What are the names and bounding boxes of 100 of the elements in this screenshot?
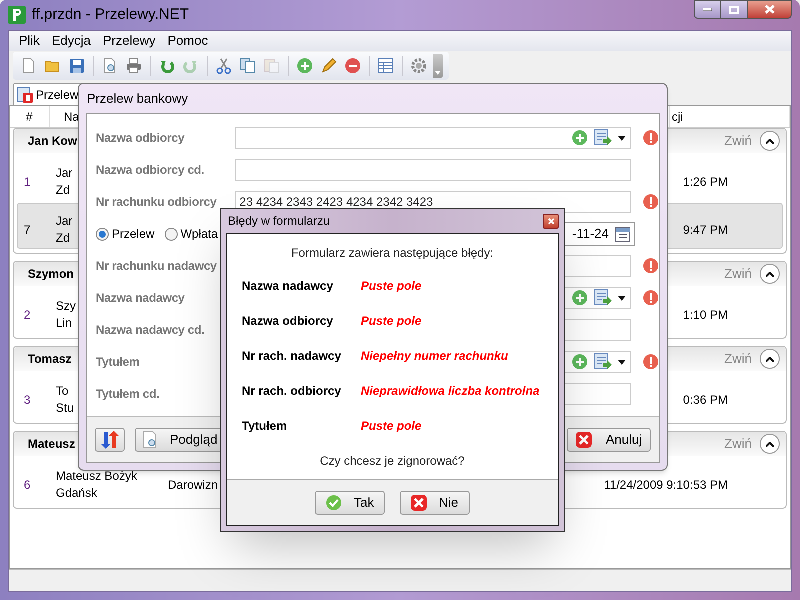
page-magnifier-icon [142,430,158,448]
printer-icon [126,58,142,74]
error-message: Puste pole [361,278,422,295]
row-number: 3 [23,392,32,409]
scissors-icon [216,58,232,74]
plus-icon[interactable] [572,354,588,370]
window-title: ff.przdn - Przelewy.NET [32,4,189,25]
row-date: 9:47 PM [683,222,728,239]
collapse-label: Zwiń [724,435,752,454]
close-button[interactable] [747,0,792,19]
list-arrow-icon[interactable] [594,289,612,307]
field-label: Nazwa odbiorcy cd. [96,162,206,179]
gear-icon [411,58,427,74]
error-field-name: Nr rach. odbiorcy [242,383,342,400]
x-icon [576,432,592,448]
recipient-city: Zd [56,230,70,247]
row-date: 11/24/2009 9:10:53 PM [604,477,728,494]
error-message: Puste pole [361,418,422,435]
collapse-button[interactable] [760,131,780,151]
up-down-arrows-icon [100,430,120,448]
no-button[interactable]: Nie [400,490,470,514]
app-icon [8,6,26,24]
copy-icon [240,58,256,74]
input-field[interactable] [234,159,632,181]
menu-item[interactable]: Edycja [46,31,97,51]
field-label: Nr rachunku nadawcy [96,258,218,275]
collapse-button[interactable] [760,434,780,454]
toolbar-overflow-button[interactable] [433,54,443,78]
caret-down-icon[interactable] [618,360,626,364]
menu-item[interactable]: Przelewy [96,31,162,51]
field-label: Tytułem cd. [96,386,161,403]
recipient-name: Mateusz Bożyk [56,468,138,485]
caret-down-icon[interactable] [618,296,626,300]
recipient-city: Zd [56,182,70,199]
row-number: 6 [23,477,32,494]
list-arrow-icon[interactable] [594,129,612,147]
question-text: Czy chcesz je zignorować? [319,453,466,470]
minus-icon [345,58,361,74]
menu-item[interactable]: Plik [13,31,46,51]
collapse-label: Zwiń [724,132,752,150]
dialog-title: Błędy w formularzu [227,213,330,230]
plus-icon [297,58,313,74]
list-arrow-icon[interactable] [594,353,612,371]
check-icon [326,494,342,510]
caret-up-icon [766,442,774,446]
menu-item[interactable]: Pomoc [162,31,214,51]
x-icon [411,494,427,510]
yes-button[interactable]: Tak [315,490,385,514]
maximize-button[interactable] [721,0,747,19]
intro-text: Formularz zawiera następujące błędy: [290,245,495,262]
radio-button[interactable]: Wpłata [164,225,218,243]
undo-icon [159,58,175,74]
group-title: Mateusz [28,436,76,453]
transfer-type: Darowizn [168,478,218,492]
group-title: Szymon [28,266,74,283]
caret-up-icon [766,356,774,362]
field-label: Nazwa odbiorcy [96,130,186,147]
row-number: 2 [23,307,32,324]
input-field[interactable] [234,127,631,149]
collapse-button[interactable] [760,264,780,284]
collapse-button[interactable] [760,349,780,369]
error-message: Puste pole [361,313,422,330]
calendar-icon[interactable] [615,226,631,242]
field-label: Nazwa nadawcy cd. [96,322,206,339]
plus-icon[interactable] [572,290,588,306]
print-preview-icon [102,58,118,74]
error-field-name: Nr rach. nadawcy [242,348,342,365]
swap-button[interactable] [95,428,125,452]
redo-icon [183,58,199,74]
error-field-name: Tytułem [242,418,288,435]
column-header[interactable]: # [10,106,50,127]
radio-button[interactable]: Przelew [96,225,155,243]
minimize-icon [703,8,712,11]
radio-circle-icon [164,228,178,240]
error-field-name: Nazwa odbiorcy [242,313,334,330]
save-icon [69,58,85,74]
group-title: Jan Kow [28,133,78,150]
row-number: 7 [23,222,32,239]
cancel-button[interactable]: Anuluj [567,428,651,452]
error-message: Niepełny numer rachunku [361,348,508,365]
page-icon [21,58,37,74]
maximize-icon [729,6,739,14]
collapse-label: Zwiń [724,265,752,284]
document-icon [17,86,33,102]
close-icon [764,5,774,14]
close-button[interactable] [543,214,559,228]
table-icon [378,58,394,74]
plus-icon[interactable] [572,130,588,146]
column-header[interactable]: cji [670,106,790,127]
pencil-icon [321,58,337,74]
field-label: Nr rachunku odbiorcy [96,194,218,211]
row-number: 1 [23,174,32,191]
paste-icon [264,58,280,74]
group-title: Tomasz [28,351,72,368]
collapse-label: Zwiń [724,350,752,368]
minimize-button[interactable] [694,0,721,19]
recipient-name: Jar [56,213,73,230]
close-icon [548,218,554,224]
caret-down-icon[interactable] [618,136,626,140]
field-label: Nazwa nadawcy [96,290,186,307]
